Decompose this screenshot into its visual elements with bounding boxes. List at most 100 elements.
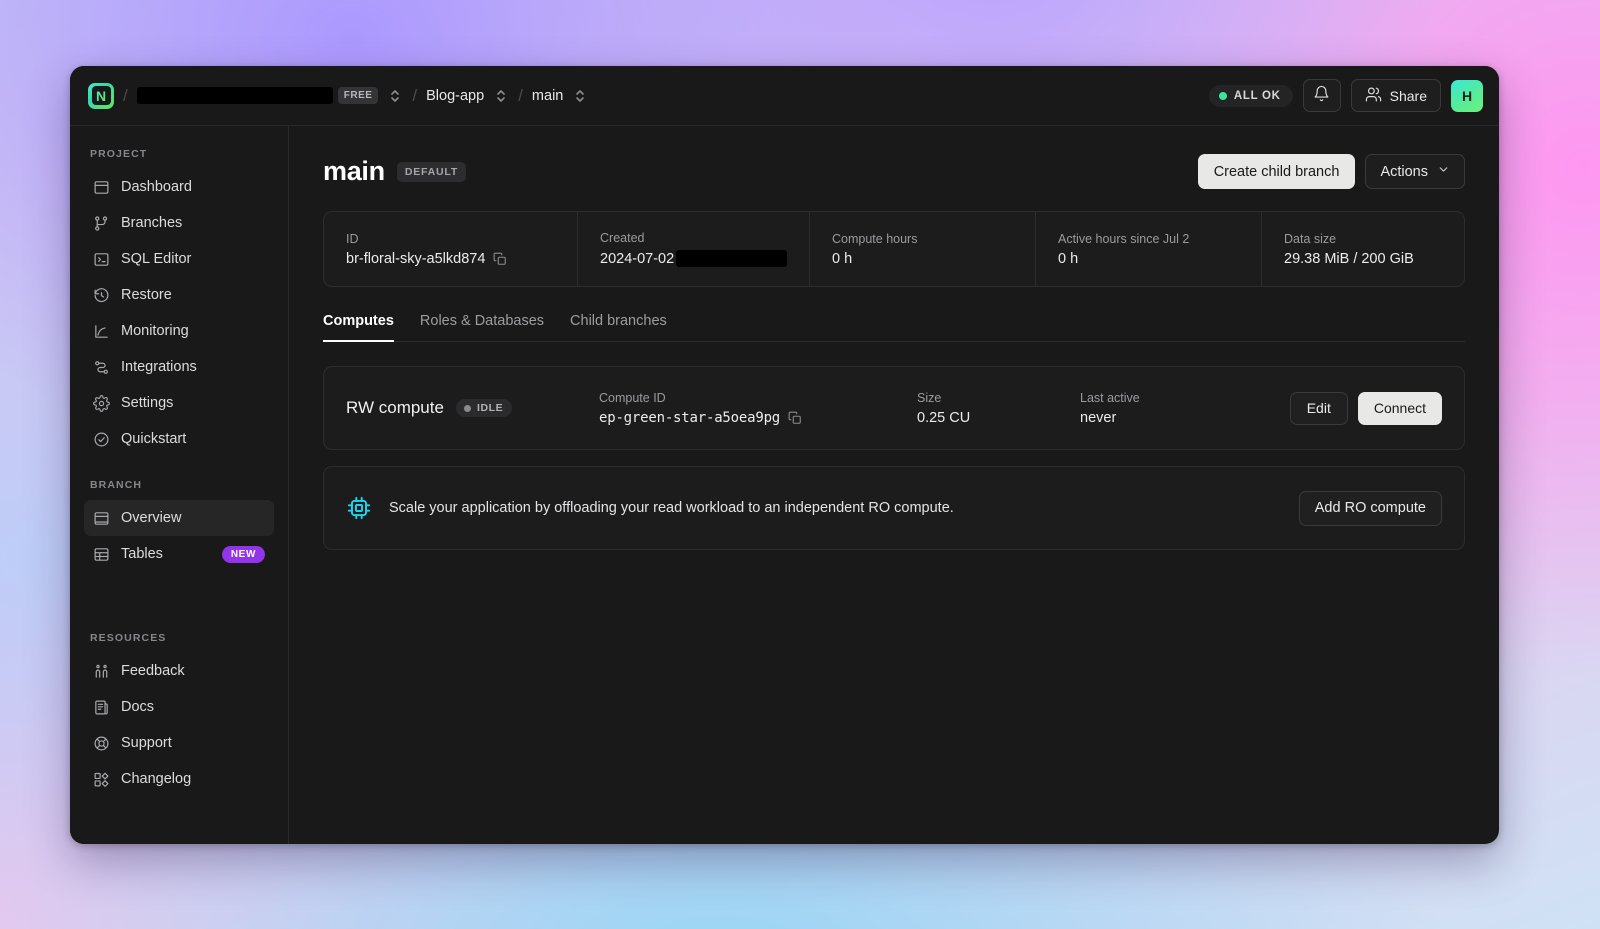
breadcrumb-separator-1: / (123, 85, 128, 105)
sidebar-item-integrations[interactable]: Integrations (84, 349, 274, 385)
neon-logo-icon[interactable]: N (88, 82, 114, 109)
stat-active-hours: Active hours since Jul 2 0 h (1035, 212, 1261, 286)
add-ro-compute-button[interactable]: Add RO compute (1298, 490, 1442, 526)
sidebar-heading-project: PROJECT (90, 148, 148, 160)
create-child-branch-button[interactable]: Create child branch (1197, 154, 1356, 189)
chevron-down-icon (1437, 163, 1450, 180)
compute-name-wrap: RW compute IDLE (346, 398, 599, 418)
stat-label: Compute hours (832, 231, 918, 246)
breadcrumb-branch[interactable]: main (532, 87, 588, 105)
page-header: main DEFAULT Create child branch Actions (323, 154, 1465, 189)
stat-value: 2024-07-02 (600, 250, 787, 267)
org-switcher-chevron-icon[interactable] (387, 87, 403, 105)
stat-data-size: Data size 29.38 MiB / 200 GiB (1261, 212, 1464, 286)
sidebar-item-branches[interactable]: Branches (84, 205, 274, 241)
breadcrumb-project[interactable]: Blog-app (426, 87, 509, 105)
copy-icon[interactable] (493, 252, 507, 266)
compute-name: RW compute (346, 398, 444, 417)
actions-button[interactable]: Actions (1365, 154, 1465, 189)
sql-editor-icon (93, 251, 110, 268)
stat-value: br-floral-sky-a5lkd874 (346, 251, 555, 267)
breadcrumb-org[interactable]: FREE (136, 87, 404, 105)
sidebar-item-support[interactable]: Support (84, 725, 274, 761)
copy-icon[interactable] (788, 411, 802, 425)
sidebar-item-label: Dashboard (121, 179, 192, 195)
stat-created: Created 2024-07-02 (577, 212, 809, 286)
integrations-icon (93, 359, 110, 376)
sidebar-heading-resources: RESOURCES (90, 632, 167, 644)
tab-bar: Computes Roles & Databases Child branche… (323, 313, 1465, 342)
sidebar-item-label: Integrations (121, 359, 197, 375)
default-badge: DEFAULT (396, 161, 467, 182)
compute-row: RW compute IDLE Compute ID ep-green-star… (323, 366, 1465, 450)
breadcrumb-separator-2: / (412, 85, 418, 105)
stat-label: ID (346, 231, 359, 246)
sidebar-item-label: Changelog (121, 771, 192, 787)
sidebar-item-overview[interactable]: Overview (84, 500, 274, 536)
sidebar-item-label: Overview (121, 510, 182, 526)
sidebar-item-settings[interactable]: Settings (84, 385, 274, 421)
docs-icon (93, 699, 110, 716)
edit-button[interactable]: Edit (1289, 391, 1348, 425)
sidebar-item-restore[interactable]: Restore (84, 277, 274, 313)
overview-icon (93, 510, 110, 527)
logo-inner: N (91, 86, 111, 105)
avatar[interactable]: H (1451, 79, 1483, 112)
stat-value: 29.38 MiB / 200 GiB (1284, 250, 1414, 267)
stat-label: Created (600, 231, 645, 245)
branch-switcher-chevron-icon[interactable] (572, 87, 588, 105)
sidebar: PROJECT Dashboard Branches SQL Editor Re… (70, 126, 289, 844)
stat-compute-hours: Compute hours 0 h (809, 212, 1035, 286)
sidebar-item-label: Docs (121, 699, 155, 715)
created-time-redacted (676, 250, 787, 267)
sidebar-item-label: Tables (121, 546, 163, 562)
monitoring-icon (93, 323, 110, 340)
compute-last-active-value: never (1080, 409, 1117, 426)
project-switcher-chevron-icon[interactable] (493, 87, 509, 105)
notifications-button[interactable] (1302, 79, 1341, 112)
sidebar-item-label: Monitoring (121, 323, 189, 339)
compute-last-active-label: Last active (1080, 390, 1140, 405)
tables-new-badge: NEW (221, 545, 265, 563)
connect-button[interactable]: Connect (1357, 391, 1442, 425)
sidebar-item-dashboard[interactable]: Dashboard (84, 169, 274, 205)
sidebar-item-docs[interactable]: Docs (84, 689, 274, 725)
share-button[interactable]: Share (1350, 79, 1441, 112)
sidebar-item-tables[interactable]: Tables NEW (84, 536, 274, 572)
org-chip[interactable]: FREE (136, 87, 379, 104)
status-badge[interactable]: ALL OK (1208, 84, 1293, 107)
bell-icon (1313, 85, 1330, 107)
top-bar-right: ALL OK Share H (1208, 79, 1483, 112)
status-dot-icon (463, 404, 471, 412)
sidebar-item-label: Branches (121, 215, 183, 231)
sidebar-item-monitoring[interactable]: Monitoring (84, 313, 274, 349)
compute-size-field: Size 0.25 CU (917, 391, 1080, 426)
tab-computes[interactable]: Computes (323, 313, 394, 342)
actions-label: Actions (1380, 163, 1428, 180)
users-icon (1365, 86, 1382, 106)
sidebar-heading-branch: BRANCH (90, 479, 143, 491)
compute-size-value: 0.25 CU (917, 409, 971, 426)
page-title: main (323, 156, 385, 186)
stat-label: Data size (1284, 231, 1337, 246)
support-icon (93, 735, 110, 752)
ro-banner-actions: Add RO compute (1298, 490, 1442, 526)
page-header-actions: Create child branch Actions (1197, 154, 1465, 189)
sidebar-item-quickstart[interactable]: Quickstart (84, 421, 274, 457)
status-dot-icon (1218, 91, 1227, 100)
sidebar-item-label: Settings (121, 395, 174, 411)
stat-id: ID br-floral-sky-a5lkd874 (324, 212, 577, 286)
tab-child-branches[interactable]: Child branches (570, 313, 667, 342)
restore-icon (93, 287, 110, 304)
top-bar: N / FREE / Blog-app / main ALL OK Share … (70, 66, 1499, 126)
sidebar-item-changelog[interactable]: Changelog (84, 761, 274, 797)
changelog-icon (93, 771, 110, 788)
sidebar-item-sql-editor[interactable]: SQL Editor (84, 241, 274, 277)
compute-id-value: ep-green-star-a5oea9pg (599, 410, 917, 426)
share-label: Share (1389, 87, 1427, 104)
status-label: ALL OK (1233, 89, 1281, 102)
sidebar-item-feedback[interactable]: Feedback (84, 653, 274, 689)
tab-roles-databases[interactable]: Roles & Databases (420, 313, 544, 342)
ro-compute-banner: Scale your application by offloading you… (323, 466, 1465, 550)
